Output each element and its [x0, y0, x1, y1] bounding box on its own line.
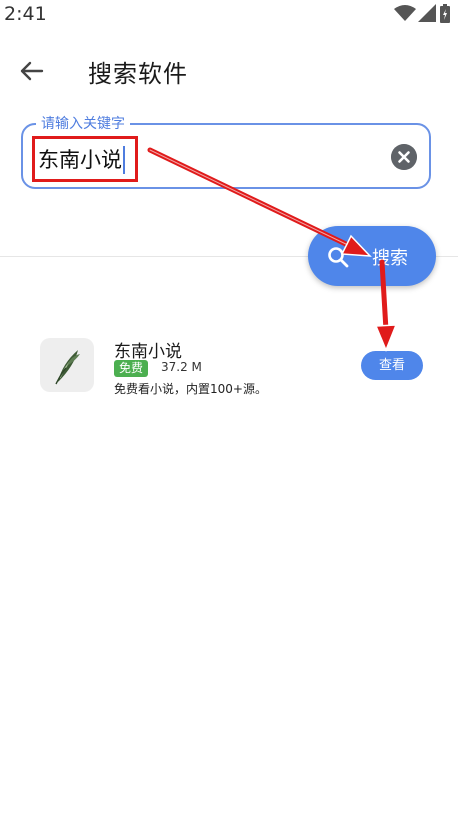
page-title: 搜索软件 — [88, 60, 188, 88]
back-arrow-icon[interactable] — [16, 56, 46, 86]
search-icon — [328, 247, 349, 268]
annotation-highlight-box — [32, 136, 138, 182]
search-input-label: 请输入关键字 — [36, 113, 130, 133]
signal-icon — [418, 4, 436, 22]
app-name: 东南小说 — [114, 342, 182, 362]
status-bar: 2:41 — [0, 0, 458, 28]
app-icon — [40, 338, 94, 392]
status-time: 2:41 — [4, 3, 47, 25]
feather-icon — [55, 350, 80, 385]
wifi-icon — [394, 5, 416, 21]
app-description: 免费看小说，内置100+源。 — [114, 382, 267, 396]
view-button[interactable]: 查看 — [361, 351, 423, 380]
clear-icon[interactable] — [391, 144, 417, 170]
search-button-label: 搜索 — [372, 248, 408, 269]
free-badge: 免费 — [114, 360, 149, 377]
battery-icon — [440, 4, 450, 23]
search-button[interactable]: 搜索 — [308, 226, 436, 286]
file-size: 37.2 M — [161, 360, 202, 374]
